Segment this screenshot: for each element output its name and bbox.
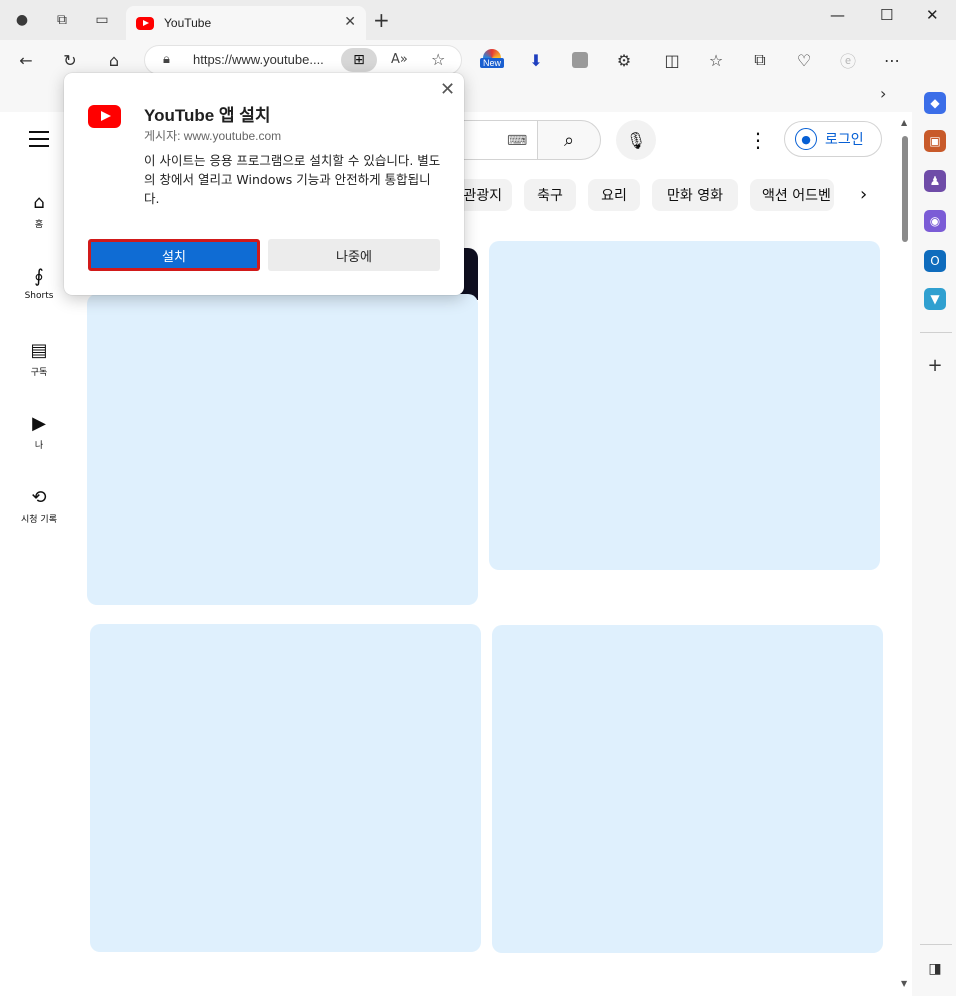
collections-icon[interactable]: ⧉ — [748, 48, 772, 72]
keyboard-icon[interactable]: ⌨ — [507, 133, 527, 149]
extensions-puzzle-icon[interactable]: ⚙ — [612, 48, 636, 72]
split-screen-icon[interactable]: ◫ — [660, 48, 684, 72]
close-tab-icon[interactable]: ✕ — [344, 14, 356, 30]
home-icon: ⌂ — [33, 191, 45, 213]
download-extension-icon[interactable]: ⬇ — [524, 48, 548, 72]
page-scrollbar[interactable]: ▲ ▼ — [900, 118, 910, 988]
tab-actions-icon[interactable]: ▭ — [92, 10, 112, 30]
favorites-bar-chevron-icon[interactable]: › — [880, 84, 886, 103]
video-card-3[interactable] — [90, 624, 481, 952]
nav-subscriptions-label: 구독 — [30, 368, 48, 378]
home-browser-icon[interactable]: ⌂ — [102, 48, 126, 72]
new-badge: New — [480, 58, 505, 68]
new-tab-icon[interactable]: + — [373, 8, 390, 32]
favorites-icon[interactable]: ☆ — [704, 48, 728, 72]
later-button[interactable]: 나중에 — [268, 239, 440, 271]
scrollbar-thumb[interactable] — [902, 136, 908, 242]
nav-shorts[interactable]: ∮ Shorts — [10, 264, 68, 302]
video-card-4[interactable] — [492, 625, 883, 953]
chip-action[interactable]: 액션 어드벤 — [750, 179, 834, 211]
tab-youtube[interactable]: YouTube ✕ — [126, 6, 366, 40]
scroll-up-icon[interactable]: ▲ — [901, 118, 907, 127]
account-icon: ● — [795, 128, 817, 150]
nav-subscriptions[interactable]: ▤ 구독 — [10, 338, 68, 379]
sidebar-divider — [920, 332, 952, 333]
youtube-logo-icon — [88, 105, 121, 128]
sidebar-divider-bottom — [920, 944, 952, 945]
nav-history-label: 시청 기록 — [21, 515, 57, 525]
minimize-icon[interactable]: — — [830, 6, 845, 24]
window-close-icon[interactable]: ✕ — [926, 6, 939, 24]
edge-sidebar: ◆ ▣ ♟ ◉ O ▼ + ◨ — [916, 40, 956, 996]
video-card-1[interactable] — [87, 294, 478, 605]
youtube-favicon-icon — [136, 16, 154, 30]
read-aloud-icon[interactable]: A» — [391, 52, 408, 67]
sidebar-drop-icon[interactable]: ▼ — [924, 288, 946, 310]
sidebar-games-icon[interactable]: ♟ — [924, 170, 946, 192]
sidebar-tools-icon[interactable]: ▣ — [924, 130, 946, 152]
sidebar-add-icon[interactable]: + — [924, 354, 946, 376]
sidebar-m365-icon[interactable]: ◉ — [924, 210, 946, 232]
nav-shorts-label: Shorts — [24, 291, 54, 301]
install-app-dialog: YouTube 앱 설치 게시자: www.youtube.com 이 사이트는… — [64, 73, 464, 295]
you-icon: ▶ — [32, 412, 46, 434]
voice-search-button[interactable]: 🎙︎ — [616, 120, 656, 160]
sidebar-hide-icon[interactable]: ◨ — [924, 958, 946, 980]
login-label: 로그인 — [825, 132, 864, 148]
tab-title: YouTube — [164, 16, 212, 30]
nav-you-label: 나 — [34, 441, 44, 451]
workspaces-icon[interactable]: ⧉ — [52, 10, 72, 30]
extension-gray-icon[interactable] — [568, 48, 592, 72]
sidebar-outlook-icon[interactable]: O — [924, 250, 946, 272]
refresh-icon[interactable]: ↻ — [58, 48, 82, 72]
settings-more-icon[interactable]: ⋮ — [748, 128, 768, 152]
microphone-icon: 🎙︎ — [625, 130, 647, 150]
sidebar-tag-icon[interactable]: ◆ — [924, 92, 946, 114]
search-button[interactable]: ⌕ — [537, 120, 601, 160]
app-available-icon[interactable]: ⊞ — [341, 48, 377, 72]
chip-animation[interactable]: 만화 영화 — [652, 179, 738, 211]
address-url[interactable]: https://www.youtube.... — [193, 52, 324, 67]
chip-cooking[interactable]: 요리 — [588, 179, 640, 211]
browser-essentials-icon[interactable]: ♡ — [792, 48, 816, 72]
profile-icon[interactable]: ● — [12, 10, 32, 30]
scroll-down-icon[interactable]: ▼ — [901, 979, 907, 988]
dialog-publisher: 게시자: www.youtube.com — [144, 129, 282, 143]
dialog-title: YouTube 앱 설치 — [144, 106, 271, 125]
back-icon[interactable]: ← — [14, 48, 38, 72]
video-card-2[interactable] — [489, 241, 880, 570]
favorite-star-icon[interactable]: ☆ — [431, 50, 445, 69]
guide-menu-icon[interactable] — [29, 131, 49, 147]
nav-you[interactable]: ▶ 나 — [10, 411, 68, 452]
nav-home-label: 홈 — [34, 220, 44, 230]
subscriptions-icon: ▤ — [30, 339, 48, 361]
dialog-description: 이 사이트는 응용 프로그램으로 설치할 수 있습니다. 별도의 창에서 열리고… — [144, 153, 441, 206]
more-options-icon[interactable]: ⋯ — [880, 48, 904, 72]
chips-next-icon[interactable]: › — [860, 184, 867, 205]
dialog-close-icon[interactable]: ✕ — [440, 79, 455, 100]
nav-history[interactable]: ⟲ 시청 기록 — [10, 485, 68, 526]
login-button[interactable]: ● 로그인 — [784, 121, 882, 157]
title-bar: ● ⧉ ▭ YouTube ✕ + — ☐ ✕ — [0, 0, 956, 40]
install-button[interactable]: 설치 — [88, 239, 260, 271]
chip-soccer[interactable]: 축구 — [524, 179, 576, 211]
search-icon: ⌕ — [563, 129, 575, 151]
address-bar[interactable]: 🔒︎ https://www.youtube.... ⊞ A» ☆ — [144, 45, 462, 75]
lock-icon[interactable]: 🔒︎ — [163, 52, 170, 67]
maximize-icon[interactable]: ☐ — [880, 6, 893, 24]
nav-home[interactable]: ⌂ 홈 — [10, 190, 68, 231]
history-icon: ⟲ — [31, 486, 47, 508]
ie-mode-icon[interactable]: ⓔ — [836, 48, 860, 72]
shorts-icon: ∮ — [34, 265, 44, 287]
